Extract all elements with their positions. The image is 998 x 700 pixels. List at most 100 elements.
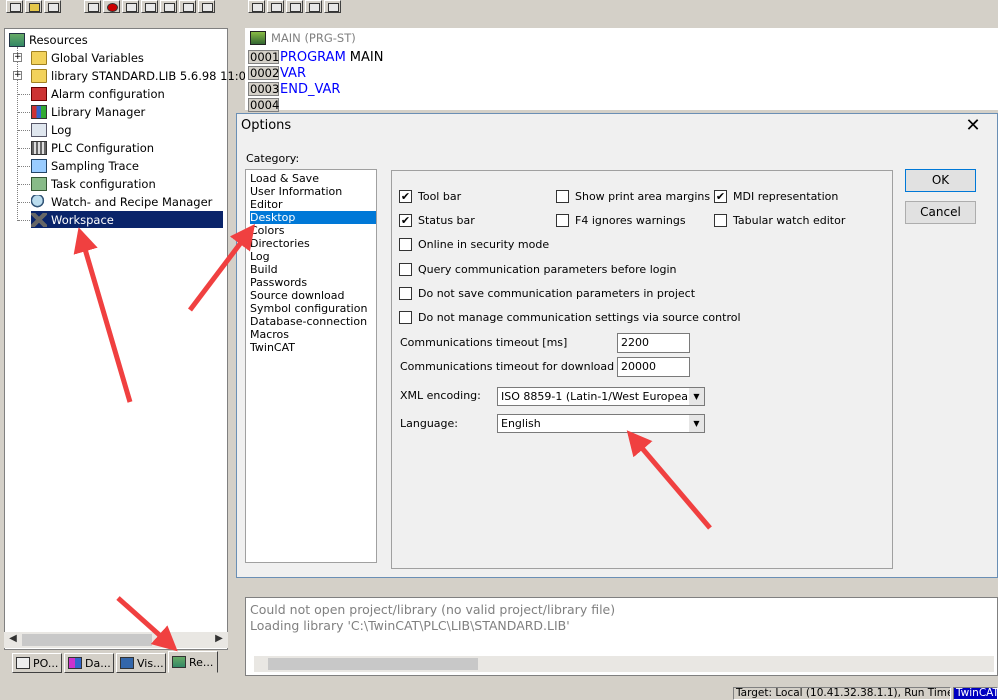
option-label: Tool bar <box>418 190 462 203</box>
tab-data-types[interactable]: Da... <box>64 653 114 673</box>
checkbox[interactable] <box>556 190 569 203</box>
tree-item-library-manager[interactable]: Library Manager <box>31 103 145 120</box>
tree-item-workspace[interactable]: Workspace <box>31 211 223 228</box>
option-online-security-mode[interactable]: Online in security mode <box>399 238 549 251</box>
category-item-symbol-configuration[interactable]: Symbol configuration <box>250 302 376 315</box>
chevron-down-icon[interactable]: ▼ <box>688 388 704 405</box>
tree-item-label: Task configuration <box>51 176 156 191</box>
tree-item-library-standard[interactable]: library STANDARD.LIB 5.6.98 11:03 <box>31 67 253 84</box>
code-line[interactable]: 0004 <box>248 97 280 113</box>
message-horizontal-scrollbar[interactable] <box>254 656 994 672</box>
save-icon[interactable] <box>44 0 61 13</box>
open-folder-icon[interactable] <box>25 0 42 13</box>
tab-visualizations[interactable]: Vis... <box>116 653 166 673</box>
code-editor[interactable]: MAIN (PRG-ST) 0001 PROGRAM MAIN 0002 VAR… <box>245 28 998 113</box>
code-line[interactable]: 0003 END_VAR <box>248 81 340 97</box>
tree-line <box>18 184 30 185</box>
tab-pous[interactable]: PO... <box>12 653 62 673</box>
option-tool-bar[interactable]: ✔ Tool bar <box>399 190 461 203</box>
expand-library-icon[interactable]: + <box>13 71 22 80</box>
code-line[interactable]: 0001 PROGRAM MAIN <box>248 49 383 65</box>
option-query-comm-params[interactable]: Query communication parameters before lo… <box>399 263 676 276</box>
scroll-thumb[interactable] <box>22 634 152 646</box>
checkbox[interactable] <box>399 311 412 324</box>
option-mdi-representation[interactable]: ✔ MDI representation <box>714 190 838 203</box>
ok-button[interactable]: OK <box>905 169 976 192</box>
category-item-source-download[interactable]: Source download <box>250 289 376 302</box>
category-list[interactable]: Load & Save User Information Editor Desk… <box>245 169 377 563</box>
close-icon[interactable]: ✕ <box>963 116 983 136</box>
option-no-manage-comm-settings[interactable]: Do not manage communication settings via… <box>399 311 741 324</box>
category-item-editor[interactable]: Editor <box>250 198 376 211</box>
breakpoint-icon[interactable] <box>141 0 158 13</box>
checkbox[interactable] <box>399 287 412 300</box>
checkbox[interactable] <box>714 214 727 227</box>
cancel-button[interactable]: Cancel <box>905 201 976 224</box>
code-line[interactable]: 0002 VAR <box>248 65 306 81</box>
category-item-user-information[interactable]: User Information <box>250 185 376 198</box>
comm-timeout-download-input[interactable]: 20000 <box>617 357 690 377</box>
category-item-directories[interactable]: Directories <box>250 237 376 250</box>
step-icon[interactable] <box>122 0 139 13</box>
comm-timeout-input[interactable]: 2200 <box>617 333 690 353</box>
category-item-build[interactable]: Build <box>250 263 376 276</box>
write-values-icon[interactable] <box>179 0 196 13</box>
left-horizontal-scrollbar[interactable]: ◀ ▶ <box>4 632 228 648</box>
message-window[interactable]: Could not open project/library (no valid… <box>245 597 998 676</box>
category-item-load-save[interactable]: Load & Save <box>250 172 376 185</box>
checkbox[interactable] <box>399 263 412 276</box>
language-select[interactable]: English ▼ <box>497 414 705 433</box>
category-item-passwords[interactable]: Passwords <box>250 276 376 289</box>
category-item-log[interactable]: Log <box>250 250 376 263</box>
checkbox[interactable]: ✔ <box>399 190 412 203</box>
new-file-icon[interactable] <box>6 0 23 13</box>
category-item-colors[interactable]: Colors <box>250 224 376 237</box>
cut-icon[interactable] <box>248 0 265 13</box>
tree-item-global-variables[interactable]: Global Variables <box>31 49 144 66</box>
toolbar-group-file <box>6 0 63 13</box>
variables-icon[interactable] <box>160 0 177 13</box>
login-icon[interactable] <box>84 0 101 13</box>
find-next-icon[interactable] <box>324 0 341 13</box>
paste-icon[interactable] <box>286 0 303 13</box>
force-values-icon[interactable] <box>198 0 215 13</box>
line-number: 0001 <box>248 50 280 64</box>
option-f4-ignores-warnings[interactable]: F4 ignores warnings <box>556 214 686 227</box>
scroll-right-icon[interactable]: ▶ <box>212 633 226 647</box>
xml-encoding-select[interactable]: ISO 8859-1 (Latin-1/West European) ▼ <box>497 387 705 406</box>
tree-item-watch-recipe-manager[interactable]: Watch- and Recipe Manager <box>31 193 212 210</box>
toolbar-group-edit <box>248 0 343 13</box>
checkbox[interactable] <box>399 238 412 251</box>
tree-item-alarm-configuration[interactable]: Alarm configuration <box>31 85 165 102</box>
data-types-icon <box>68 657 82 669</box>
category-item-desktop[interactable]: Desktop <box>250 211 376 224</box>
tree-item-plc-configuration[interactable]: PLC Configuration <box>31 139 154 156</box>
checkbox[interactable]: ✔ <box>399 214 412 227</box>
copy-icon[interactable] <box>267 0 284 13</box>
scroll-left-icon[interactable]: ◀ <box>6 633 20 647</box>
option-no-save-comm-params[interactable]: Do not save communication parameters in … <box>399 287 695 300</box>
expand-global-variables-icon[interactable]: + <box>13 53 22 62</box>
scroll-thumb[interactable] <box>268 658 478 670</box>
checkbox[interactable]: ✔ <box>714 190 727 203</box>
task-icon <box>31 176 47 191</box>
find-icon[interactable] <box>305 0 322 13</box>
checkbox[interactable] <box>556 214 569 227</box>
option-show-print-margins[interactable]: Show print area margins <box>556 190 710 203</box>
option-tabular-watch-editor[interactable]: Tabular watch editor <box>714 214 845 227</box>
tree-line <box>18 220 30 221</box>
tree-item-task-configuration[interactable]: Task configuration <box>31 175 156 192</box>
tree-item-resources[interactable]: Resources <box>9 31 88 48</box>
category-item-database-connection[interactable]: Database-connection <box>250 315 376 328</box>
tree-line <box>18 112 30 113</box>
category-item-macros[interactable]: Macros <box>250 328 376 341</box>
language-label: Language: <box>400 417 458 430</box>
tree-item-sampling-trace[interactable]: Sampling Trace <box>31 157 139 174</box>
option-status-bar[interactable]: ✔ Status bar <box>399 214 475 227</box>
category-item-twincat[interactable]: TwinCAT <box>250 341 376 354</box>
stop-icon[interactable] <box>103 0 120 13</box>
resources-tree-panel[interactable]: Resources + Global Variables + library S… <box>4 28 253 650</box>
chevron-down-icon[interactable]: ▼ <box>688 415 704 432</box>
tab-resources[interactable]: Re... <box>168 651 218 673</box>
tree-item-log[interactable]: Log <box>31 121 72 138</box>
